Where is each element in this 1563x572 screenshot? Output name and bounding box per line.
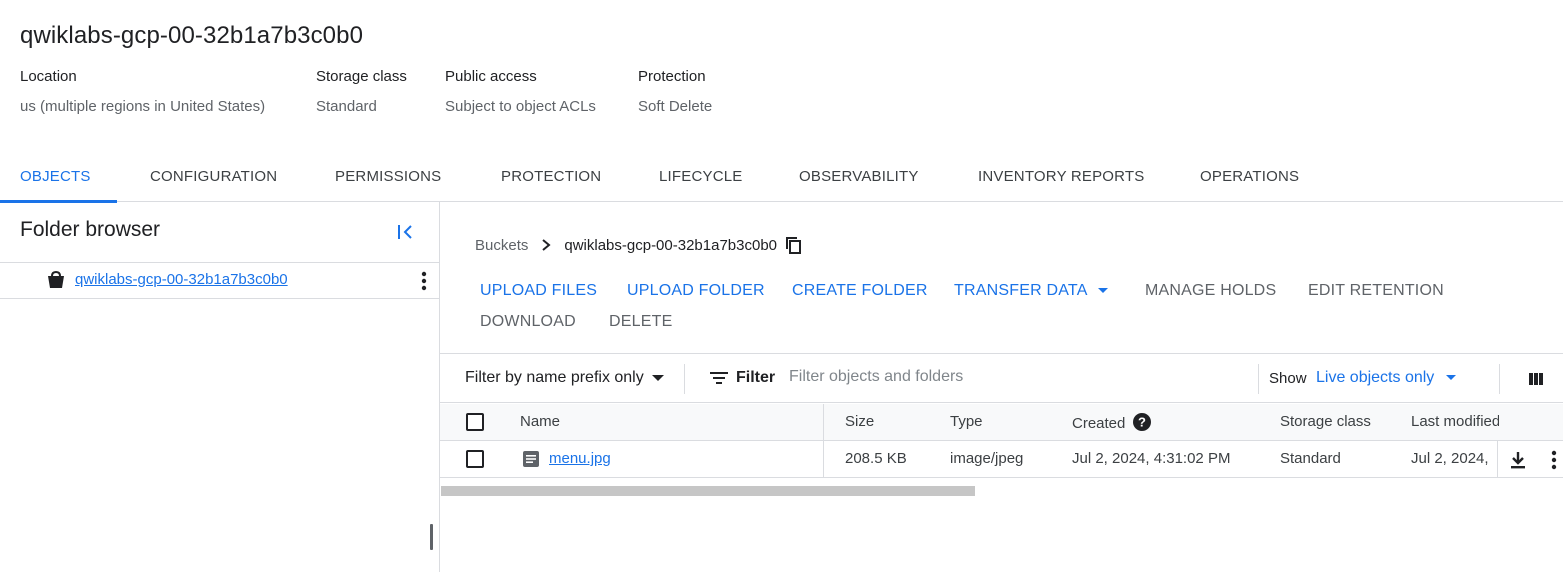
dropdown-arrow-icon: [1446, 375, 1457, 381]
create-folder-button[interactable]: CREATE FOLDER: [792, 282, 928, 300]
breadcrumb-buckets-link[interactable]: Buckets: [475, 237, 528, 254]
tab-inventory-reports[interactable]: INVENTORY REPORTS: [978, 152, 1145, 202]
object-type: image/jpeg: [950, 450, 1024, 467]
more-vert-icon[interactable]: [1548, 449, 1560, 471]
meta-storage-class: Storage class Standard: [316, 68, 445, 115]
column-header-name[interactable]: Name: [520, 413, 560, 430]
tab-observability[interactable]: OBSERVABILITY: [799, 152, 919, 202]
object-size: 208.5 KB: [845, 450, 907, 467]
folder-tree-item[interactable]: qwiklabs-gcp-00-32b1a7b3c0b0: [0, 262, 440, 299]
copy-icon[interactable]: [785, 236, 803, 254]
show-objects-dropdown[interactable]: Live objects only: [1316, 369, 1457, 387]
upload-folder-button[interactable]: UPLOAD FOLDER: [627, 282, 765, 300]
folder-tree-bucket-link[interactable]: qwiklabs-gcp-00-32b1a7b3c0b0: [75, 271, 288, 288]
folder-browser-panel: Folder browser qwiklabs-gcp-00-32b1a7b3c…: [0, 202, 440, 572]
transfer-data-label: TRANSFER DATA: [954, 282, 1088, 299]
bucket-icon: [48, 270, 64, 288]
meta-public-access: Public access Subject to object ACLs: [445, 68, 638, 115]
tab-bar: OBJECTS CONFIGURATION PERMISSIONS PROTEC…: [0, 152, 1563, 203]
collapse-panel-icon[interactable]: [396, 222, 416, 242]
divider: [1497, 441, 1498, 478]
dropdown-arrow-icon: [651, 374, 664, 381]
column-resize-divider[interactable]: [823, 404, 824, 478]
meta-protection-value: Soft Delete: [638, 98, 713, 115]
table-header: Name Size Type Created? Storage class La…: [440, 404, 1563, 441]
column-header-last-modified[interactable]: Last modified: [1411, 413, 1499, 430]
column-header-type[interactable]: Type: [950, 413, 983, 430]
row-select-checkbox[interactable]: [466, 450, 484, 468]
tab-objects[interactable]: OBJECTS: [0, 152, 117, 203]
meta-protection-label: Protection: [638, 68, 706, 85]
show-label: Show: [1269, 370, 1307, 387]
divider: [1499, 364, 1500, 394]
dropdown-arrow-icon: [1097, 288, 1108, 294]
object-storage-class: Standard: [1280, 450, 1341, 467]
upload-files-button[interactable]: UPLOAD FILES: [480, 282, 597, 300]
table-row[interactable]: menu.jpg 208.5 KB image/jpeg Jul 2, 2024…: [440, 441, 1563, 478]
tab-configuration[interactable]: CONFIGURATION: [150, 152, 277, 202]
breadcrumb-current: qwiklabs-gcp-00-32b1a7b3c0b0: [564, 236, 778, 254]
meta-location-value: us (multiple regions in United States): [20, 98, 266, 115]
meta-storage-class-value: Standard: [316, 98, 377, 115]
folder-browser-title: Folder browser: [20, 218, 161, 241]
bucket-title: qwiklabs-gcp-00-32b1a7b3c0b0: [20, 22, 364, 49]
tab-operations[interactable]: OPERATIONS: [1200, 152, 1299, 202]
object-name-link[interactable]: menu.jpg: [549, 450, 611, 467]
select-all-checkbox[interactable]: [466, 413, 484, 431]
object-last-modified: Jul 2, 2024,: [1411, 450, 1489, 467]
breadcrumb: Buckets qwiklabs-gcp-00-32b1a7b3c0b0: [475, 236, 803, 254]
delete-button[interactable]: DELETE: [609, 313, 672, 331]
chevron-right-icon: [542, 239, 551, 251]
column-header-storage-class[interactable]: Storage class: [1280, 413, 1371, 430]
more-vert-icon[interactable]: [416, 270, 432, 292]
column-header-created[interactable]: Created?: [1072, 413, 1152, 432]
divider: [1258, 364, 1259, 394]
column-header-size[interactable]: Size: [845, 413, 874, 430]
meta-protection: Protection Soft Delete: [638, 68, 788, 115]
object-created: Jul 2, 2024, 4:31:02 PM: [1072, 450, 1231, 467]
panel-resize-handle[interactable]: [430, 524, 433, 550]
divider: [684, 364, 685, 394]
filter-mode-label: Filter by name prefix only: [465, 369, 644, 386]
meta-location: Location us (multiple regions in United …: [20, 68, 316, 115]
show-objects-value: Live objects only: [1316, 369, 1435, 386]
meta-public-access-label: Public access: [445, 68, 537, 85]
filter-input[interactable]: [789, 368, 1209, 386]
filter-icon: [710, 372, 728, 384]
meta-storage-class-label: Storage class: [316, 68, 407, 85]
svg-text:?: ?: [1138, 415, 1146, 430]
meta-public-access-value: Subject to object ACLs: [445, 98, 596, 115]
tab-permissions[interactable]: PERMISSIONS: [335, 152, 441, 202]
tab-protection[interactable]: PROTECTION: [501, 152, 601, 202]
download-icon[interactable]: [1509, 451, 1527, 469]
transfer-data-button[interactable]: TRANSFER DATA: [954, 282, 1108, 300]
manage-holds-button[interactable]: MANAGE HOLDS: [1145, 282, 1276, 300]
bucket-meta: Location us (multiple regions in United …: [20, 68, 788, 115]
horizontal-scrollbar-thumb[interactable]: [441, 486, 975, 496]
column-display-options-icon[interactable]: [1528, 371, 1544, 387]
help-icon[interactable]: ?: [1133, 413, 1152, 431]
column-header-created-label: Created: [1072, 415, 1126, 432]
meta-location-label: Location: [20, 68, 77, 85]
tab-lifecycle[interactable]: LIFECYCLE: [659, 152, 743, 202]
edit-retention-button[interactable]: EDIT RETENTION: [1308, 282, 1444, 300]
file-icon: [523, 451, 539, 467]
filter-label: Filter: [736, 369, 776, 386]
download-button[interactable]: DOWNLOAD: [480, 313, 576, 331]
filter-bar: Filter by name prefix only Filter Show L…: [440, 353, 1563, 403]
filter-mode-dropdown[interactable]: Filter by name prefix only: [465, 369, 664, 387]
